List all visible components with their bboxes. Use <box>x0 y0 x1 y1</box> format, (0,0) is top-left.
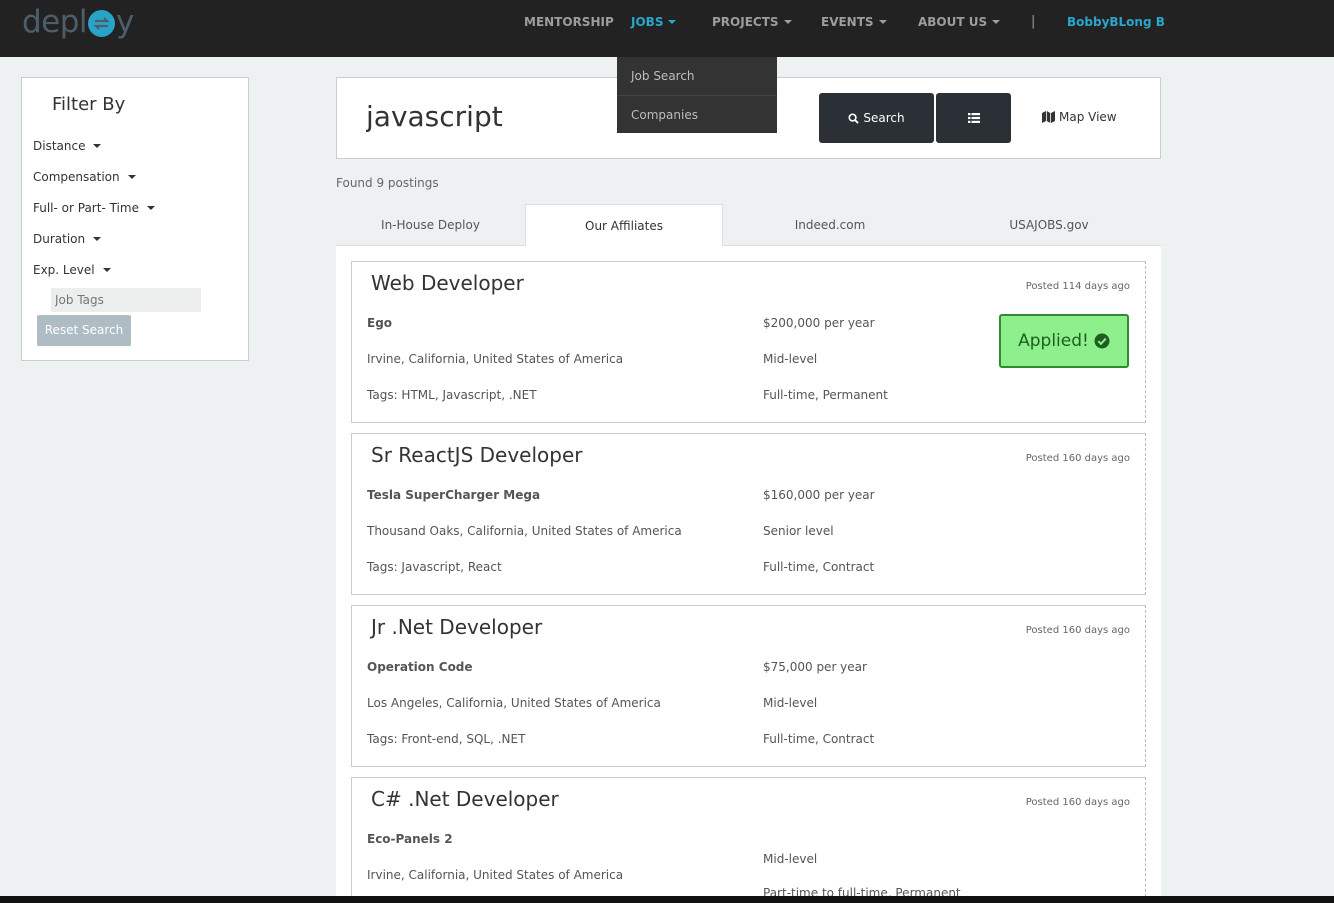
job-location: Los Angeles, California, United States o… <box>367 696 661 710</box>
tab-our-affiliates[interactable]: Our Affiliates <box>525 204 723 246</box>
tab-in-house-deploy[interactable]: In-House Deploy <box>336 204 525 246</box>
search-button[interactable]: Search <box>819 93 934 143</box>
job-posted-date: Posted 114 days ago <box>1025 281 1130 292</box>
job-salary: $75,000 per year <box>763 660 867 674</box>
filter-title: Filter By <box>52 94 126 115</box>
dropdown-item-companies[interactable]: Companies <box>617 95 777 133</box>
job-company: Eco-Panels 2 <box>367 832 453 846</box>
job-title[interactable]: C# .Net Developer <box>371 787 559 811</box>
applied-badge: Applied! <box>999 314 1129 368</box>
deploy-logo[interactable]: depl y <box>22 2 134 42</box>
job-card[interactable]: C# .Net Developer Posted 160 days ago Ec… <box>351 777 1146 903</box>
filter-exp-level-label: Exp. Level <box>33 263 95 277</box>
job-title[interactable]: Web Developer <box>371 271 524 295</box>
job-card[interactable]: Sr ReactJS Developer Posted 160 days ago… <box>351 433 1146 595</box>
job-company: Operation Code <box>367 660 473 674</box>
job-type: Full-time, Contract <box>763 560 875 574</box>
map-icon <box>1042 111 1055 123</box>
job-tags-input[interactable] <box>51 288 201 312</box>
filter-duration[interactable]: Duration <box>33 232 102 246</box>
job-title[interactable]: Jr .Net Developer <box>371 615 542 639</box>
dropdown-item-job-search[interactable]: Job Search <box>617 57 777 95</box>
filter-duration-label: Duration <box>33 232 86 246</box>
nav-events-label: EVENTS <box>821 15 874 29</box>
job-location: Irvine, California, United States of Ame… <box>367 352 624 366</box>
job-salary: $200,000 per year <box>763 316 875 330</box>
nav-mentorship-label: MENTORSHIP <box>524 15 614 29</box>
job-company: Tesla SuperCharger Mega <box>367 488 541 502</box>
filter-panel: Filter By Distance Compensation Full- or… <box>21 77 249 361</box>
jobs-dropdown-menu: Job Search Companies <box>617 57 777 133</box>
nav-mentorship[interactable]: MENTORSHIP <box>524 14 614 30</box>
search-button-label: Search <box>863 111 905 125</box>
job-tags: Tags: Front-end, SQL, .NET <box>367 732 526 746</box>
check-circle-icon <box>1094 333 1110 349</box>
job-posted-date: Posted 160 days ago <box>1025 625 1130 636</box>
nav-about-us-label: ABOUT US <box>918 15 988 29</box>
logo-text-start: depl <box>22 4 88 40</box>
chevron-down-icon <box>93 236 102 241</box>
job-level: Mid-level <box>763 852 818 866</box>
chevron-down-icon <box>992 19 1001 24</box>
bottom-edge-bar <box>0 896 1334 903</box>
logo-arrows-icon <box>88 9 116 37</box>
job-tags: Tags: HTML, Javascript, .NET <box>367 388 537 402</box>
nav-projects[interactable]: PROJECTS <box>712 14 792 30</box>
job-posted-date: Posted 160 days ago <box>1025 797 1130 808</box>
job-card[interactable]: Jr .Net Developer Posted 160 days ago Op… <box>351 605 1146 767</box>
job-posted-date: Posted 160 days ago <box>1025 453 1130 464</box>
top-navbar: depl y MENTORSHIP JOBS PROJECTS EVENTS AB… <box>0 0 1334 57</box>
list-view-button[interactable] <box>936 93 1011 143</box>
job-card[interactable]: Web Developer Posted 114 days ago Ego Ir… <box>351 261 1146 423</box>
filter-compensation[interactable]: Compensation <box>33 170 136 184</box>
filter-distance-label: Distance <box>33 139 86 153</box>
nav-about-us[interactable]: ABOUT US <box>918 14 1001 30</box>
chevron-down-icon <box>102 267 111 272</box>
nav-user-name[interactable]: BobbyBLong B <box>1067 14 1165 30</box>
filter-time[interactable]: Full- or Part- Time <box>33 201 155 215</box>
source-tabs: In-House Deploy Our Affiliates Indeed.co… <box>336 204 1161 246</box>
tab-indeed[interactable]: Indeed.com <box>723 204 937 246</box>
job-location: Thousand Oaks, California, United States… <box>367 524 682 538</box>
job-level: Senior level <box>763 524 834 538</box>
job-location: Irvine, California, United States of Ame… <box>367 868 624 882</box>
chevron-down-icon <box>93 143 102 148</box>
results-count: Found 9 postings <box>336 176 439 190</box>
tab-usajobs[interactable]: USAJOBS.gov <box>937 204 1161 246</box>
nav-events[interactable]: EVENTS <box>821 14 887 30</box>
job-type: Full-time, Contract <box>763 732 875 746</box>
chevron-down-icon <box>668 19 677 24</box>
chevron-down-icon <box>783 19 792 24</box>
chevron-down-icon <box>127 174 136 179</box>
job-level: Mid-level <box>763 352 818 366</box>
nav-separator: | <box>1031 14 1036 29</box>
job-company: Ego <box>367 316 393 330</box>
filter-exp-level[interactable]: Exp. Level <box>33 263 111 277</box>
logo-text-end: y <box>116 4 134 40</box>
filter-time-label: Full- or Part- Time <box>33 201 139 215</box>
job-title[interactable]: Sr ReactJS Developer <box>371 443 582 467</box>
filter-compensation-label: Compensation <box>33 170 120 184</box>
reset-search-button[interactable]: Reset Search <box>37 315 131 346</box>
job-type: Full-time, Permanent <box>763 388 888 402</box>
chevron-down-icon <box>146 205 155 210</box>
search-icon <box>848 112 860 124</box>
nav-jobs[interactable]: JOBS <box>631 14 677 30</box>
filter-distance[interactable]: Distance <box>33 139 102 153</box>
chevron-down-icon <box>878 19 887 24</box>
applied-label: Applied! <box>1018 331 1089 351</box>
job-salary: $160,000 per year <box>763 488 875 502</box>
nav-projects-label: PROJECTS <box>712 15 779 29</box>
map-view-label: Map View <box>1059 110 1117 124</box>
nav-jobs-label: JOBS <box>631 15 664 29</box>
job-tags: Tags: Javascript, React <box>367 560 502 574</box>
list-icon <box>967 113 980 123</box>
map-view-button[interactable]: Map View <box>1042 110 1117 124</box>
job-level: Mid-level <box>763 696 818 710</box>
